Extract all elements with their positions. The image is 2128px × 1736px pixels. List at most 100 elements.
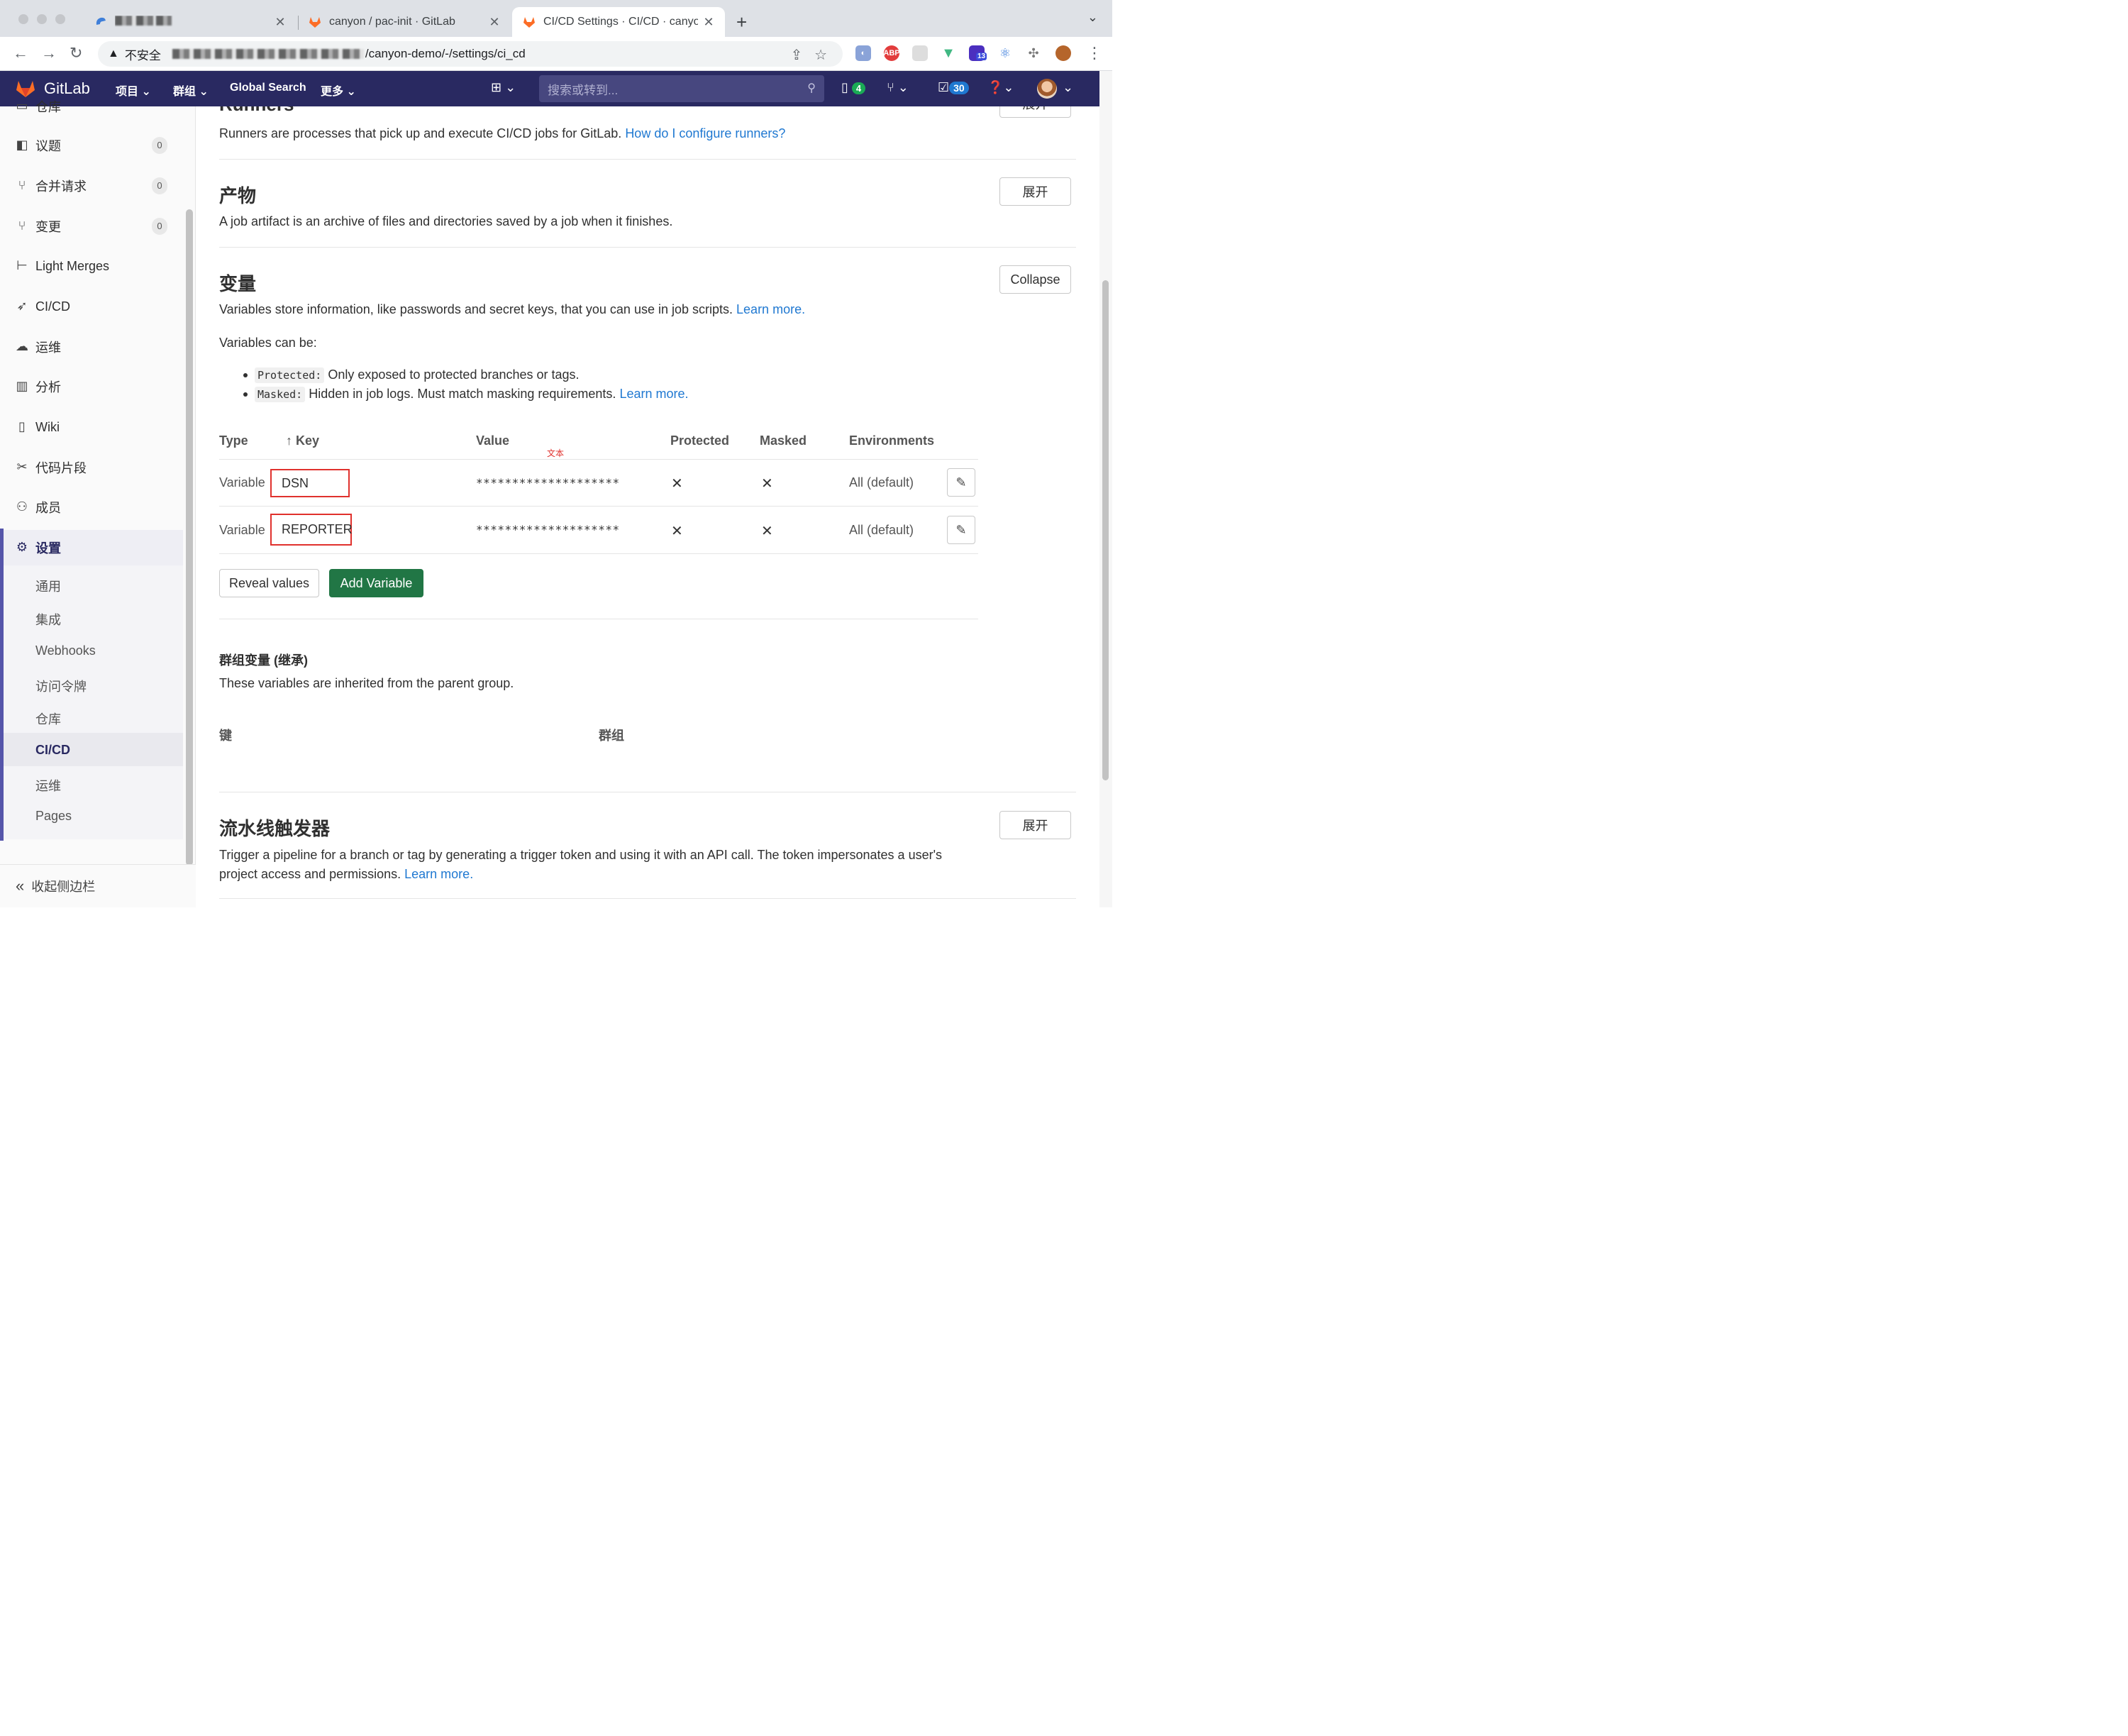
tab-title: canyon / pac-init · GitLab <box>329 16 455 28</box>
puzzle-extensions-icon[interactable]: ✣ <box>1026 45 1041 61</box>
insecure-label: 不安全 <box>124 48 161 62</box>
reveal-values-button[interactable]: Reveal values <box>219 569 319 597</box>
sidebar-item-changes[interactable]: ⑂ 变更 0 <box>0 209 183 244</box>
sidebar-item-cicd[interactable]: ➶ CI/CD <box>0 289 183 324</box>
sidebar-item-operations[interactable]: ☁ 运维 <box>0 329 183 365</box>
todos-nav-icon[interactable]: ☑ 30 <box>938 80 969 95</box>
new-tab-plus-icon[interactable]: + <box>736 11 747 33</box>
table-row-type: Variable <box>219 475 265 490</box>
browser-tab-2[interactable]: canyon / pac-init · GitLab ✕ <box>298 7 511 37</box>
issues-nav-icon[interactable]: ▯ 4 <box>841 80 866 95</box>
runners-expand-button[interactable]: 展开 <box>999 106 1071 118</box>
page-scrollbar-thumb[interactable] <box>1102 280 1109 780</box>
chart-icon: ▥ <box>16 379 28 393</box>
window-close-dot[interactable] <box>18 14 28 24</box>
book-icon: ▭ <box>16 99 28 113</box>
masking-learn-more-link[interactable]: Learn more. <box>619 387 688 401</box>
nav-global-search[interactable]: Global Search <box>230 82 306 94</box>
col-key[interactable]: ↑ Key <box>286 433 319 448</box>
forward-arrow-icon[interactable]: → <box>41 44 57 62</box>
col-environments: Environments <box>849 433 935 448</box>
col-value: Value <box>476 433 510 448</box>
runners-description: Runners are processes that pick up and e… <box>219 126 786 140</box>
browser-address-bar: ← → ↻ ▲ 不安全 /canyon-demo/-/settings/ci_c… <box>0 37 1112 71</box>
settings-sub-pages[interactable]: Pages <box>35 809 72 824</box>
share-and-star-icons[interactable]: ⇪ ☆ <box>791 46 827 64</box>
artifacts-description: A job artifact is an archive of files an… <box>219 214 673 228</box>
variable-key-reporter[interactable]: REPORTER <box>270 514 353 546</box>
bird-favicon-icon <box>96 17 106 25</box>
gingerbread-extension-icon[interactable] <box>1055 45 1071 61</box>
window-zoom-dot[interactable] <box>55 14 65 24</box>
runners-section-title: Runners <box>219 106 294 116</box>
count-badge: 0 <box>152 137 167 154</box>
vue-devtools-icon[interactable]: ▼ <box>941 45 956 61</box>
settings-sub-operations[interactable]: 运维 <box>35 776 61 795</box>
count-badge: 0 <box>152 177 167 194</box>
configure-runners-link[interactable]: How do I configure runners? <box>625 126 785 140</box>
tab-close-icon[interactable]: ✕ <box>488 15 501 30</box>
reload-icon[interactable]: ↻ <box>70 44 82 62</box>
table-row-type: Variable <box>219 523 265 537</box>
tab-close-icon[interactable]: ✕ <box>274 15 287 30</box>
variables-collapse-button[interactable]: Collapse <box>999 265 1071 294</box>
new-item-plus-icon[interactable]: ⊞ ⌄ <box>491 80 516 95</box>
nav-more-menu[interactable]: 更多 ⌄ <box>321 82 356 99</box>
variables-can-be: Variables can be: <box>219 336 317 350</box>
sidebar-item-analytics[interactable]: ▥ 分析 <box>0 369 183 404</box>
sidebar-item-snippets[interactable]: ✂ 代码片段 <box>0 450 183 485</box>
tab-search-chevron-icon[interactable]: ⌄ <box>1087 10 1098 25</box>
col-type: Type <box>219 433 248 448</box>
sidebar-item-wiki[interactable]: ▯ Wiki <box>0 409 183 445</box>
triggers-expand-button[interactable]: 展开 <box>999 811 1071 839</box>
project-sidebar: ▭ 仓库 ◧ 议题 0 ⑂ 合并请求 0 ⑂ 变更 0 ⊢ Light Merges ➶ CI/C… <box>0 99 196 907</box>
sidebar-scrollbar[interactable] <box>186 209 193 866</box>
settings-sub-access-tokens[interactable]: 访问令牌 <box>35 677 87 695</box>
sidebar-item-issues[interactable]: ◧ 议题 0 <box>0 128 183 163</box>
add-variable-button[interactable]: Add Variable <box>329 569 423 597</box>
warning-triangle-icon: ▲ <box>108 48 119 60</box>
triggers-learn-more-link[interactable]: Learn more. <box>404 867 473 881</box>
group-col-key: 键 <box>219 729 232 743</box>
collapse-sidebar-button[interactable]: « 收起侧边栏 <box>0 864 196 907</box>
settings-sub-cicd[interactable]: CI/CD <box>35 743 70 758</box>
browser-tab-3-active[interactable]: CI/CD Settings · CI/CD · canyo ✕ <box>512 7 725 37</box>
sidebar-item-repository[interactable]: ▭ 仓库 <box>0 89 183 124</box>
merge-requests-nav-icon[interactable]: ⑂ ⌄ <box>887 80 909 95</box>
masked-bullet: Masked: Hidden in job logs. Must match m… <box>255 387 689 402</box>
settings-sub-general[interactable]: 通用 <box>35 577 61 595</box>
protected-x-icon: ✕ <box>671 524 683 539</box>
browser-tab-1[interactable]: ✕ <box>84 7 297 37</box>
extension-icon[interactable] <box>912 45 928 61</box>
edit-variable-button[interactable]: ✎ <box>947 468 975 497</box>
variable-key-dsn[interactable]: DSN <box>270 469 350 497</box>
url-omnibox[interactable]: ▲ 不安全 /canyon-demo/-/settings/ci_cd ⇪ ☆ <box>98 41 843 67</box>
sidebar-item-merge-requests[interactable]: ⑂ 合并请求 0 <box>0 168 183 204</box>
window-minimize-dot[interactable] <box>37 14 47 24</box>
edit-variable-button[interactable]: ✎ <box>947 516 975 544</box>
avatar[interactable] <box>1037 79 1057 99</box>
sidebar-item-light-merges[interactable]: ⊢ Light Merges <box>0 248 183 284</box>
react-devtools-icon[interactable]: ⚛ <box>997 45 1013 61</box>
sidebar-item-members[interactable]: ⚇ 成员 <box>0 490 183 525</box>
search-input[interactable]: 搜索或转到... ⚲ <box>539 75 824 102</box>
sort-arrow-up-icon: ↑ <box>286 433 292 448</box>
variables-learn-more-link[interactable]: Learn more. <box>736 302 805 316</box>
sidebar-item-settings[interactable]: ⚙ 设置 <box>0 530 183 565</box>
user-menu-chevron-icon[interactable]: ⌄ <box>1063 80 1073 95</box>
protected-x-icon: ✕ <box>671 476 683 492</box>
settings-sub-webhooks[interactable]: Webhooks <box>35 643 96 658</box>
extension-icon[interactable]: ◐ <box>855 45 871 61</box>
back-arrow-icon[interactable]: ← <box>13 44 28 62</box>
extension-with-badge-icon[interactable]: 13 <box>969 45 987 61</box>
scissors-icon: ✂ <box>16 460 28 474</box>
book-icon: ▯ <box>18 419 26 433</box>
browser-menu-dots-icon[interactable]: ⋮ <box>1087 44 1102 62</box>
help-question-icon[interactable]: ❓⌄ <box>987 80 1014 95</box>
adblock-extension-icon[interactable]: ABP <box>883 45 900 61</box>
settings-sub-repository[interactable]: 仓库 <box>35 709 61 728</box>
settings-sub-integrations[interactable]: 集成 <box>35 610 61 629</box>
tab-close-icon[interactable]: ✕ <box>702 15 715 30</box>
blurred-url-host <box>172 49 364 59</box>
artifacts-expand-button[interactable]: 展开 <box>999 177 1071 206</box>
